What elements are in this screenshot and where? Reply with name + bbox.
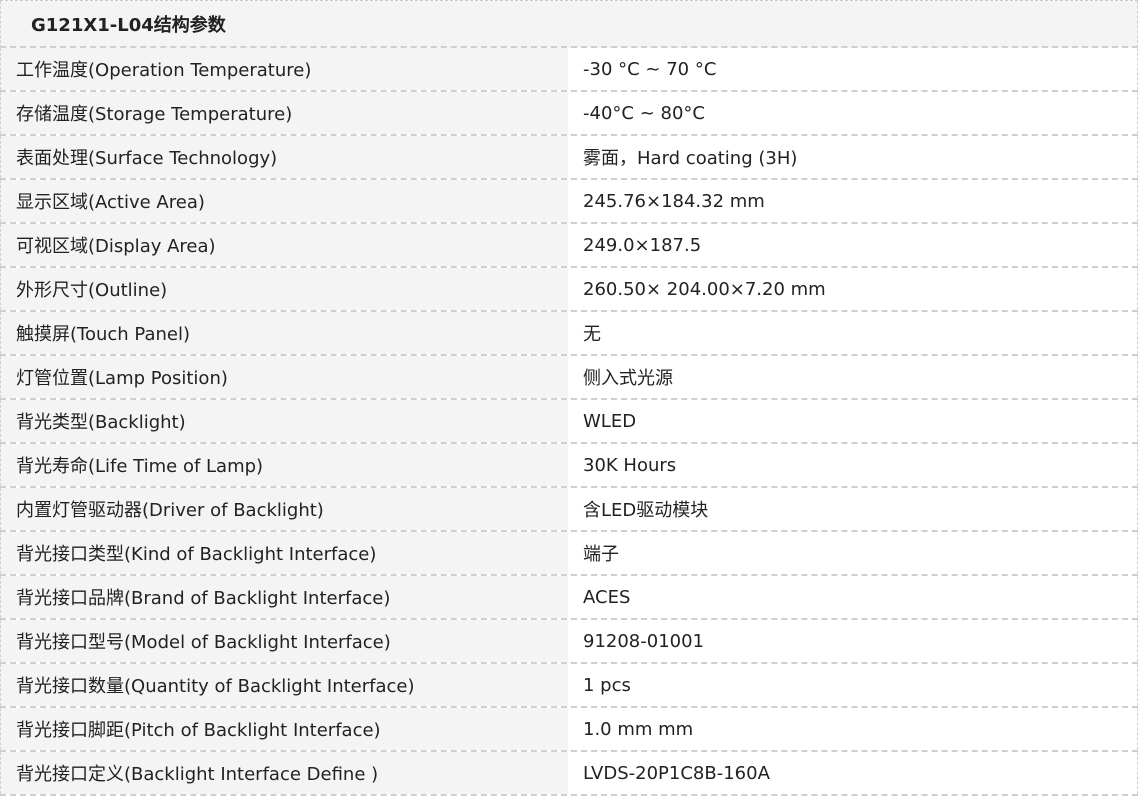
row-label: 背光接口品牌(Brand of Backlight Interface) [0, 576, 568, 618]
row-value: -30 °C ~ 70 °C [568, 48, 1138, 90]
table-row: 表面处理(Surface Technology) 雾面，Hard coating… [0, 136, 1138, 180]
row-value: LVDS-20P1C8B-160A [568, 752, 1138, 794]
row-value: ACES [568, 576, 1138, 618]
row-label: 背光接口脚距(Pitch of Backlight Interface) [0, 708, 568, 750]
table-row: 背光接口类型(Kind of Backlight Interface) 端子 [0, 532, 1138, 576]
row-value: 260.50× 204.00×7.20 mm [568, 268, 1138, 310]
table-row: 背光接口数量(Quantity of Backlight Interface) … [0, 664, 1138, 708]
table-row: 背光接口品牌(Brand of Backlight Interface) ACE… [0, 576, 1138, 620]
row-label: 背光接口数量(Quantity of Backlight Interface) [0, 664, 568, 706]
row-label: 背光接口型号(Model of Backlight Interface) [0, 620, 568, 662]
row-value: 249.0×187.5 [568, 224, 1138, 266]
table-title: G121X1-L04结构参数 [31, 14, 226, 36]
row-label: 工作温度(Operation Temperature) [0, 48, 568, 90]
table-row: 外形尺寸(Outline) 260.50× 204.00×7.20 mm [0, 268, 1138, 312]
row-value: 1 pcs [568, 664, 1138, 706]
row-value: WLED [568, 400, 1138, 442]
row-label: 显示区域(Active Area) [0, 180, 568, 222]
row-value: 1.0 mm mm [568, 708, 1138, 750]
row-label: 表面处理(Surface Technology) [0, 136, 568, 178]
table-title-row: G121X1-L04结构参数 [0, 1, 1138, 48]
row-value: 侧入式光源 [568, 356, 1138, 398]
table-row: 背光类型(Backlight) WLED [0, 400, 1138, 444]
table-row: 触摸屏(Touch Panel) 无 [0, 312, 1138, 356]
row-value: -40°C ~ 80°C [568, 92, 1138, 134]
row-label: 背光接口定义(Backlight Interface Define ) [0, 752, 568, 794]
table-row: 背光寿命(Life Time of Lamp) 30K Hours [0, 444, 1138, 488]
row-value: 端子 [568, 532, 1138, 574]
table-row: 工作温度(Operation Temperature) -30 °C ~ 70 … [0, 48, 1138, 92]
row-value: 245.76×184.32 mm [568, 180, 1138, 222]
row-value: 30K Hours [568, 444, 1138, 486]
table-row: 可视区域(Display Area) 249.0×187.5 [0, 224, 1138, 268]
row-label: 背光类型(Backlight) [0, 400, 568, 442]
row-value: 91208-01001 [568, 620, 1138, 662]
table-row: 灯管位置(Lamp Position) 侧入式光源 [0, 356, 1138, 400]
table-row: 显示区域(Active Area) 245.76×184.32 mm [0, 180, 1138, 224]
row-label: 存储温度(Storage Temperature) [0, 92, 568, 134]
table-row: 内置灯管驱动器(Driver of Backlight) 含LED驱动模块 [0, 488, 1138, 532]
row-label: 触摸屏(Touch Panel) [0, 312, 568, 354]
row-value: 无 [568, 312, 1138, 354]
row-label: 可视区域(Display Area) [0, 224, 568, 266]
table-row: 背光接口型号(Model of Backlight Interface) 912… [0, 620, 1138, 664]
row-label: 灯管位置(Lamp Position) [0, 356, 568, 398]
row-value: 雾面，Hard coating (3H) [568, 136, 1138, 178]
table-row: 背光接口脚距(Pitch of Backlight Interface) 1.0… [0, 708, 1138, 752]
spec-table: G121X1-L04结构参数 工作温度(Operation Temperatur… [0, 0, 1138, 796]
table-row: 背光接口定义(Backlight Interface Define ) LVDS… [0, 752, 1138, 796]
table-row: 存储温度(Storage Temperature) -40°C ~ 80°C [0, 92, 1138, 136]
row-label: 背光接口类型(Kind of Backlight Interface) [0, 532, 568, 574]
row-label: 外形尺寸(Outline) [0, 268, 568, 310]
row-value: 含LED驱动模块 [568, 488, 1138, 530]
row-label: 内置灯管驱动器(Driver of Backlight) [0, 488, 568, 530]
row-label: 背光寿命(Life Time of Lamp) [0, 444, 568, 486]
